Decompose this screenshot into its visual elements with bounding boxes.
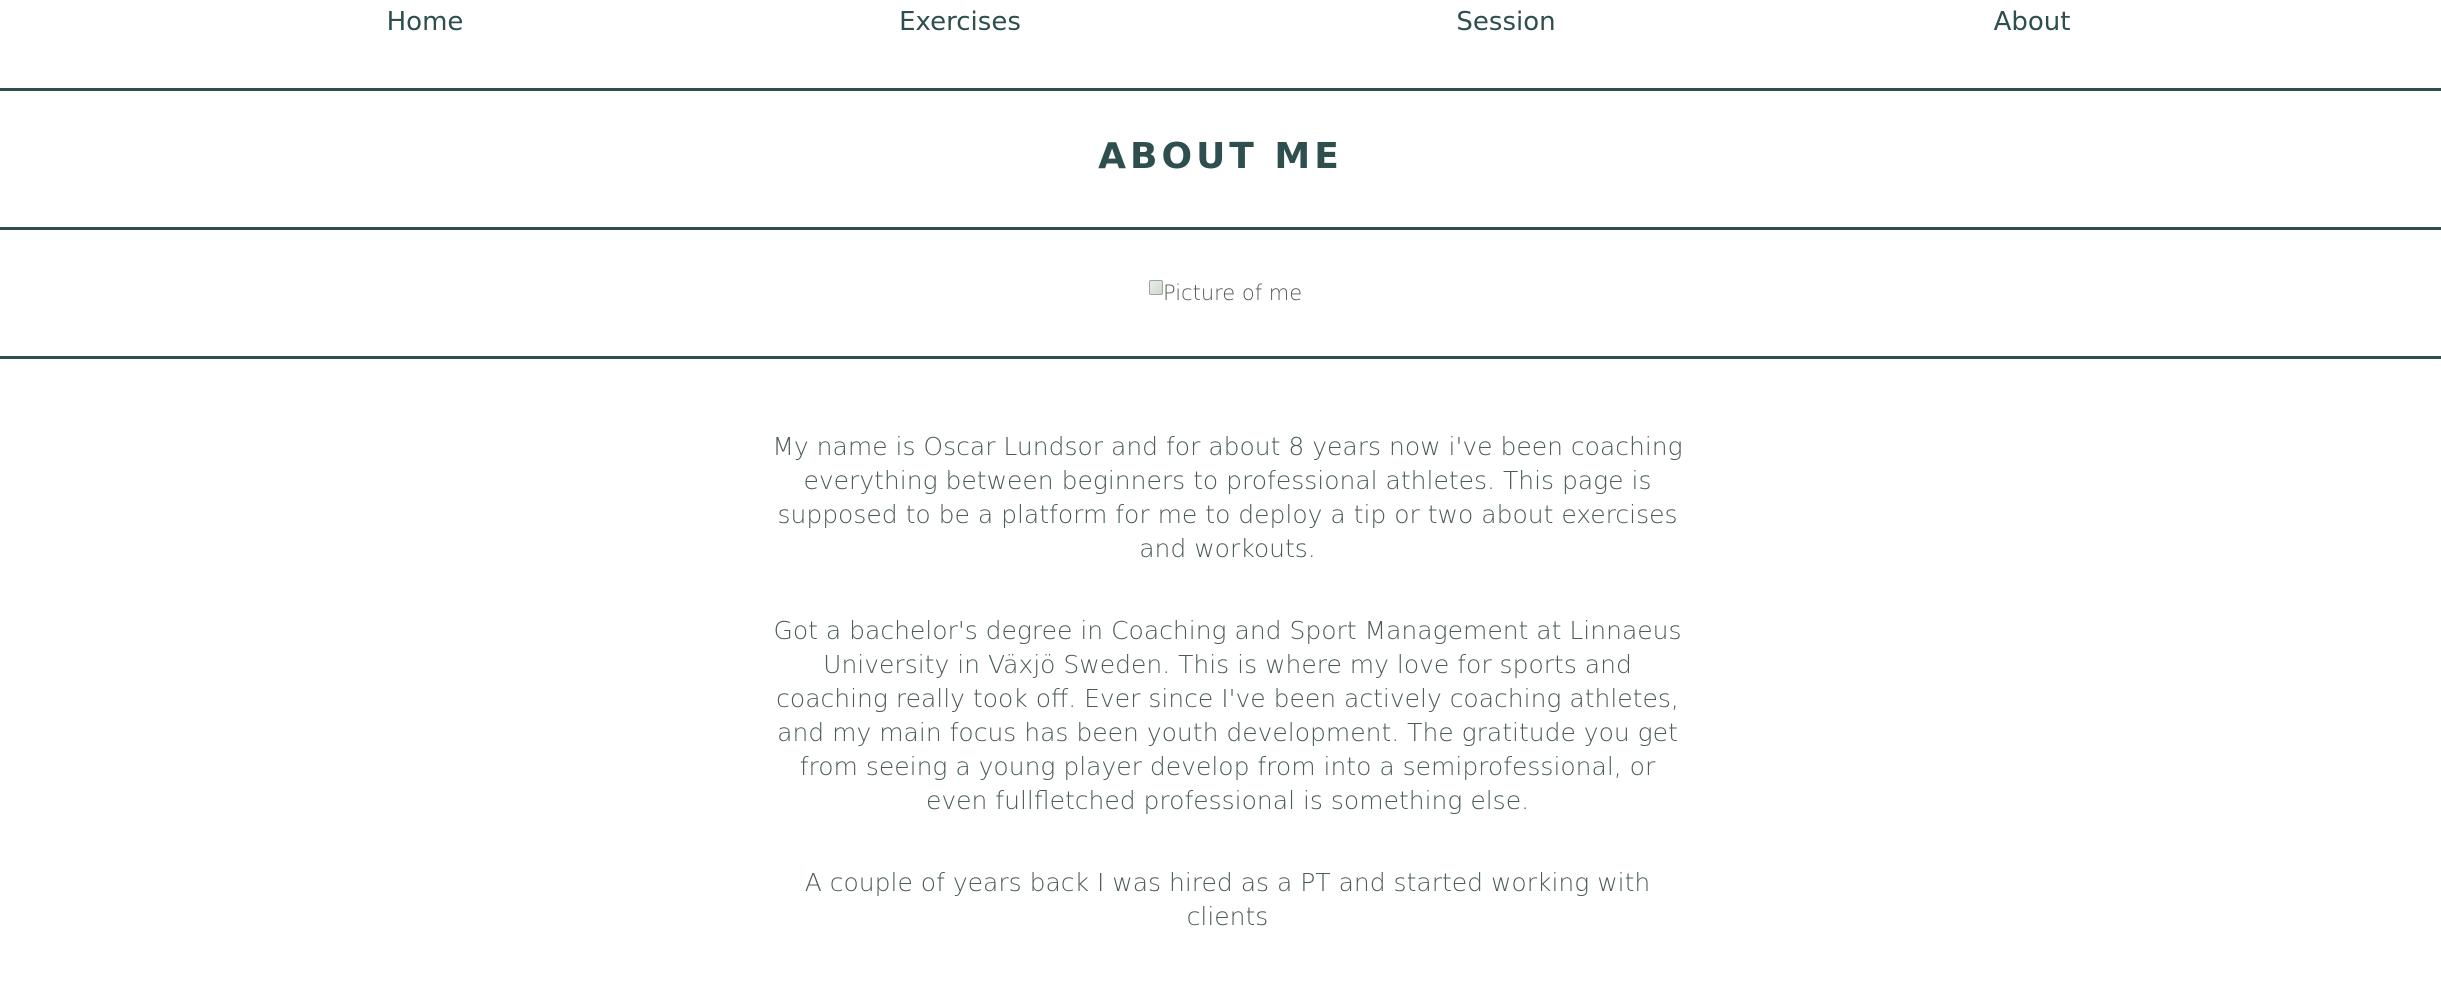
title-section: ABOUT ME (0, 91, 2441, 230)
profile-picture: Picture of me (1149, 279, 1303, 306)
about-content: My name is Oscar Lundsor and for about 8… (770, 430, 1685, 982)
about-paragraph-career: A couple of years back I was hired as a … (804, 868, 1651, 931)
broken-image-icon (1149, 279, 1163, 295)
nav-link-session[interactable]: Session (1456, 7, 1555, 37)
profile-image-section: Picture of me (0, 230, 2441, 359)
nav-link-exercises[interactable]: Exercises (899, 7, 1021, 37)
page-title: ABOUT ME (1098, 136, 1343, 177)
about-paragraph-intro: My name is Oscar Lundsor and for about 8… (772, 432, 1683, 563)
nav-link-about[interactable]: About (1994, 7, 2071, 37)
top-navigation: Home Exercises Session About (0, 0, 2441, 91)
nav-link-home[interactable]: Home (387, 7, 464, 37)
about-paragraph-education: Got a bachelor's degree in Coaching and … (773, 616, 1682, 815)
profile-picture-alt-text: Picture of me (1163, 281, 1303, 305)
